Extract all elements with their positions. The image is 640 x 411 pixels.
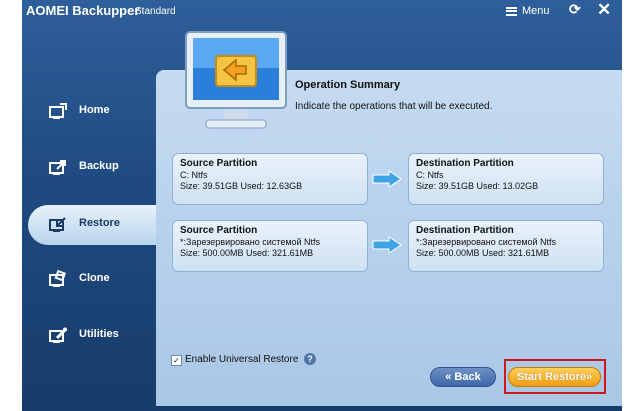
destination-partition-card: Destination Partition C: Ntfs Size: 39.5… <box>408 153 604 205</box>
card-title: Source Partition <box>180 158 258 169</box>
title-bar: AOMEI Backupper Standard Menu ⟳ ✕ <box>22 0 622 26</box>
sidebar-item-label: Restore <box>79 217 120 229</box>
destination-partition-card: Destination Partition *:Зарезервировано … <box>408 220 604 272</box>
help-icon[interactable]: ? <box>304 353 316 365</box>
partition-size: Size: 500.00MB Used: 321.61MB <box>416 248 550 258</box>
sidebar-item-backup[interactable]: Backup <box>22 148 158 188</box>
partition-name: *:Зарезервировано системой Ntfs <box>416 237 557 247</box>
arrow-right-icon <box>372 236 402 254</box>
universal-restore-checkbox[interactable]: ✓ <box>171 355 182 366</box>
back-button[interactable]: « Back <box>430 367 496 387</box>
source-partition-card: Source Partition *:Зарезервировано систе… <box>172 220 368 272</box>
sidebar-item-label: Utilities <box>79 328 119 340</box>
partition-name: *:Зарезервировано системой Ntfs <box>180 237 321 247</box>
sidebar-item-clone[interactable]: Clone <box>22 260 158 300</box>
restore-monitor-icon <box>185 31 287 129</box>
app-title: AOMEI Backupper <box>26 3 140 18</box>
utilities-icon <box>49 327 67 343</box>
backup-icon <box>49 160 66 175</box>
clone-icon <box>49 270 67 287</box>
partition-size: Size: 39.51GB Used: 12.63GB <box>180 181 303 191</box>
card-title: Source Partition <box>180 225 258 236</box>
close-icon[interactable]: ✕ <box>597 0 611 20</box>
partition-size: Size: 39.51GB Used: 13.02GB <box>416 181 539 191</box>
menu-icon <box>506 6 517 16</box>
summary-title: Operation Summary <box>295 79 401 91</box>
start-restore-button[interactable]: Start Restore» <box>508 367 601 387</box>
home-icon <box>49 103 67 119</box>
universal-restore-label: Enable Universal Restore <box>185 354 299 365</box>
card-title: Destination Partition <box>416 225 514 236</box>
arrow-right-icon <box>372 170 402 188</box>
partition-name: C: Ntfs <box>180 170 208 180</box>
card-title: Destination Partition <box>416 158 514 169</box>
partition-size: Size: 500.00MB Used: 321.61MB <box>180 248 314 258</box>
partition-name: C: Ntfs <box>416 170 444 180</box>
source-partition-card: Source Partition C: Ntfs Size: 39.51GB U… <box>172 153 368 205</box>
sidebar-item-label: Backup <box>79 160 119 172</box>
refresh-icon[interactable]: ⟳ <box>569 1 581 18</box>
sidebar-item-home[interactable]: Home <box>22 92 158 132</box>
menu-label: Menu <box>522 5 550 17</box>
sidebar-item-utilities[interactable]: Utilities <box>22 316 158 356</box>
sidebar-item-label: Home <box>79 104 110 116</box>
sidebar-item-label: Clone <box>79 272 110 284</box>
app-window: AOMEI Backupper Standard Menu ⟳ ✕ Home B… <box>22 0 622 411</box>
restore-icon <box>49 217 66 232</box>
summary-subtitle: Indicate the operations that will be exe… <box>295 101 493 112</box>
app-edition: Standard <box>135 6 176 17</box>
menu-button[interactable]: Menu <box>506 2 550 20</box>
